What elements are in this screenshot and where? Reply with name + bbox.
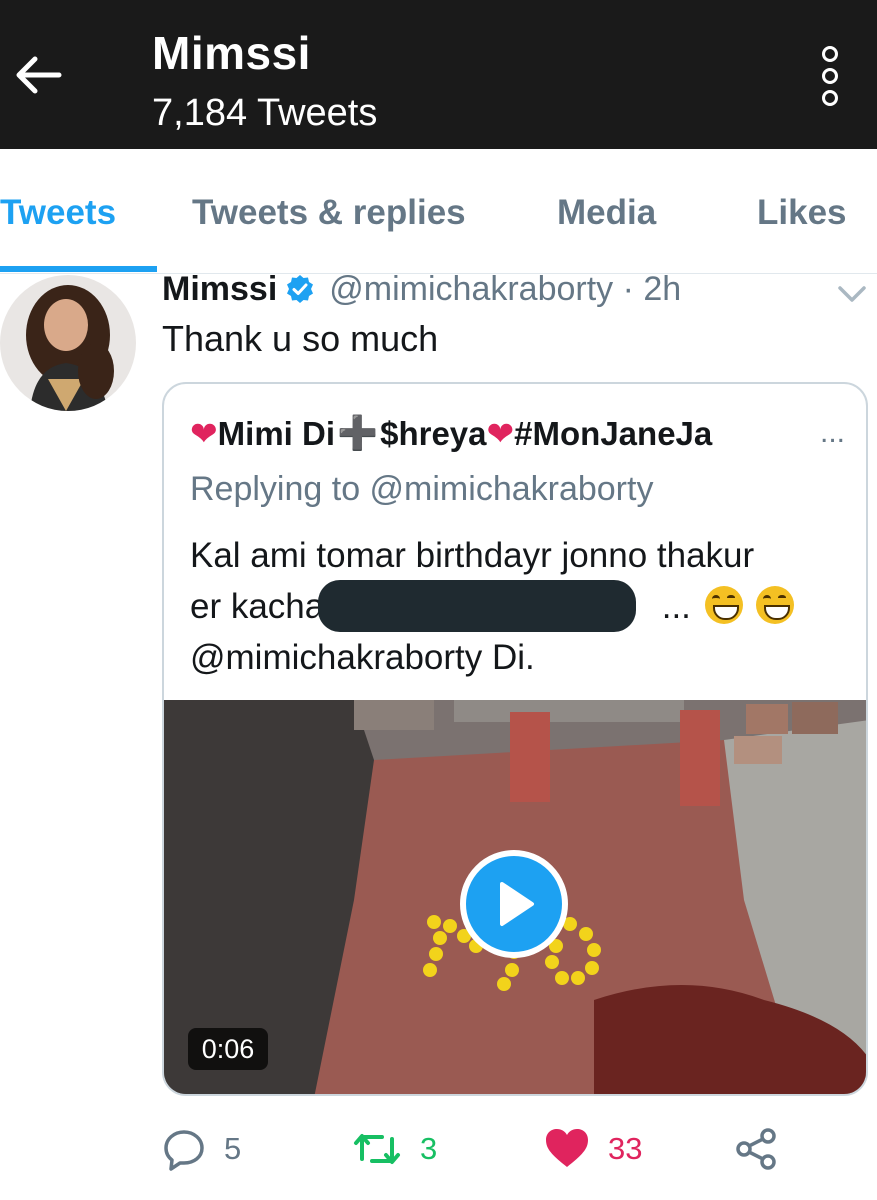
back-button[interactable] (10, 50, 66, 100)
quoted-author-hashtag: #MonJaneJa (514, 414, 713, 452)
overflow-menu-icon (822, 46, 838, 62)
tweet-header: Mimssi @mimichakraborty · 2h (162, 266, 681, 312)
tab-likes[interactable]: Likes (757, 193, 847, 233)
like-button[interactable]: 33 (544, 1124, 642, 1174)
quoted-author-name: ❤ Mimi Di ➕ $hreya ❤ #MonJaneJa (190, 414, 712, 453)
profile-header: Mimssi 7,184 Tweets (0, 0, 877, 149)
back-arrow-icon (16, 56, 62, 94)
retweet-button[interactable]: 3 (352, 1124, 437, 1174)
plus-emoji: ➕ (337, 414, 379, 451)
reply-icon (164, 1130, 204, 1171)
profile-name: Mimssi (152, 27, 311, 79)
avatar-image (0, 275, 136, 411)
play-icon (500, 882, 534, 926)
play-button[interactable] (460, 850, 568, 958)
reply-count: 5 (224, 1131, 242, 1166)
verified-badge-icon (287, 275, 314, 303)
quoted-author-part: Mimi Di (217, 414, 335, 452)
heart-icon (546, 1129, 588, 1167)
avatar[interactable] (0, 275, 136, 411)
grinning-emoji-icon (756, 586, 795, 624)
like-count: 33 (608, 1131, 643, 1166)
grinning-emoji-icon (704, 586, 743, 624)
overflow-menu-button[interactable] (808, 40, 852, 112)
profile-tabs: Tweets Tweets & replies Media Likes (0, 149, 877, 274)
video-thumbnail[interactable]: 0:06 (164, 700, 866, 1094)
tweet-author-name[interactable]: Mimssi (162, 270, 277, 309)
quoted-line-1: Kal ami tomar birthdayr jonno thakur (190, 536, 755, 575)
overflow-dot (822, 90, 838, 106)
reply-button[interactable]: 5 (162, 1124, 241, 1174)
tab-tweets[interactable]: Tweets (0, 193, 116, 233)
quoted-line-3: @mimichakraborty Di. (190, 638, 535, 677)
retweet-count: 3 (420, 1131, 438, 1166)
tab-media[interactable]: Media (557, 193, 656, 233)
video-duration: 0:06 (188, 1028, 268, 1070)
active-tab-indicator (0, 266, 157, 272)
tweet-count: 7,184 Tweets (152, 92, 378, 134)
heart-emoji: ❤ (190, 415, 218, 452)
quoted-tweet[interactable]: ❤ Mimi Di ➕ $hreya ❤ #MonJaneJa ... Repl… (162, 382, 868, 1096)
share-icon (736, 1128, 776, 1170)
quoted-line-2-start: er kacha (190, 587, 325, 626)
tab-tweets-replies[interactable]: Tweets & replies (192, 193, 466, 233)
tweet-text: Thank u so much (162, 318, 439, 359)
quoted-author-ellipsis: ... (820, 416, 846, 449)
retweet-icon (354, 1134, 400, 1164)
heart-emoji: ❤ (486, 415, 515, 452)
quoted-replying-to: Replying to @mimichakraborty (190, 470, 654, 508)
tweet-handle-time[interactable]: @mimichakraborty · 2h (329, 270, 681, 309)
quoted-author-part: $hreya (380, 414, 487, 452)
quoted-line-2-end: ... (661, 587, 691, 626)
share-button[interactable] (734, 1124, 778, 1174)
redaction-bar (318, 580, 636, 632)
chevron-down-icon[interactable] (834, 280, 870, 308)
overflow-dot (822, 68, 838, 84)
